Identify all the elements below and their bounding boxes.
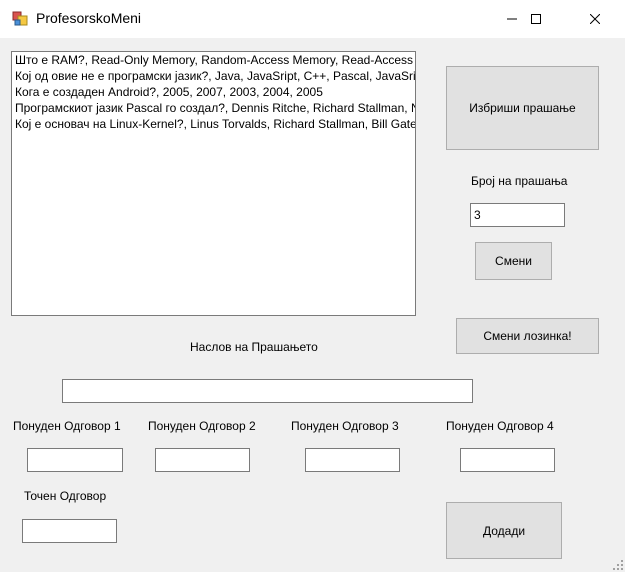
question-title-input[interactable] [62,379,473,403]
answer4-label: Понуден Одговор 4 [446,419,554,433]
answer2-input[interactable] [155,448,250,472]
answer3-label: Понуден Одговор 3 [291,419,399,433]
delete-question-button[interactable]: Избриши прашање [446,66,599,150]
resize-grip-icon[interactable] [613,560,623,570]
questions-listbox[interactable]: Што е RAM?, Read-Only Memory, Random-Acc… [11,51,416,316]
correct-answer-label: Точен Одговор [24,489,107,503]
question-count-label: Број на прашања [471,174,568,188]
list-item[interactable]: Што е RAM?, Read-Only Memory, Random-Acc… [12,52,415,68]
answer2-label: Понуден Одговор 2 [148,419,256,433]
answer3-input[interactable] [305,448,400,472]
question-count-input[interactable] [470,203,565,227]
question-title-label: Наслов на Прашањето [190,340,318,354]
maximize-icon [531,14,541,24]
list-item[interactable]: Програмскиот јазик Pascal го создал?, De… [12,100,415,116]
close-icon [590,14,600,24]
close-button[interactable] [572,0,618,38]
app-icon [12,11,28,27]
answer1-label: Понуден Одговор 1 [13,419,121,433]
list-item[interactable]: Кој од овие не е програмски јазик?, Java… [12,68,415,84]
correct-answer-input[interactable] [22,519,117,543]
window-title: ProfesorskoMeni [36,10,142,26]
change-button[interactable]: Смени [475,242,552,280]
title-bar: ProfesorskoMeni [0,0,625,38]
list-item[interactable]: Кога е создаден Android?, 2005, 2007, 20… [12,84,415,100]
change-password-button[interactable]: Смени лозинка! [456,318,599,354]
maximize-button[interactable] [513,0,559,38]
answer4-input[interactable] [460,448,555,472]
add-button[interactable]: Додади [446,502,562,559]
answer1-input[interactable] [27,448,123,472]
list-item[interactable]: Кој е основач на Linux-Kernel?, Linus To… [12,116,415,132]
